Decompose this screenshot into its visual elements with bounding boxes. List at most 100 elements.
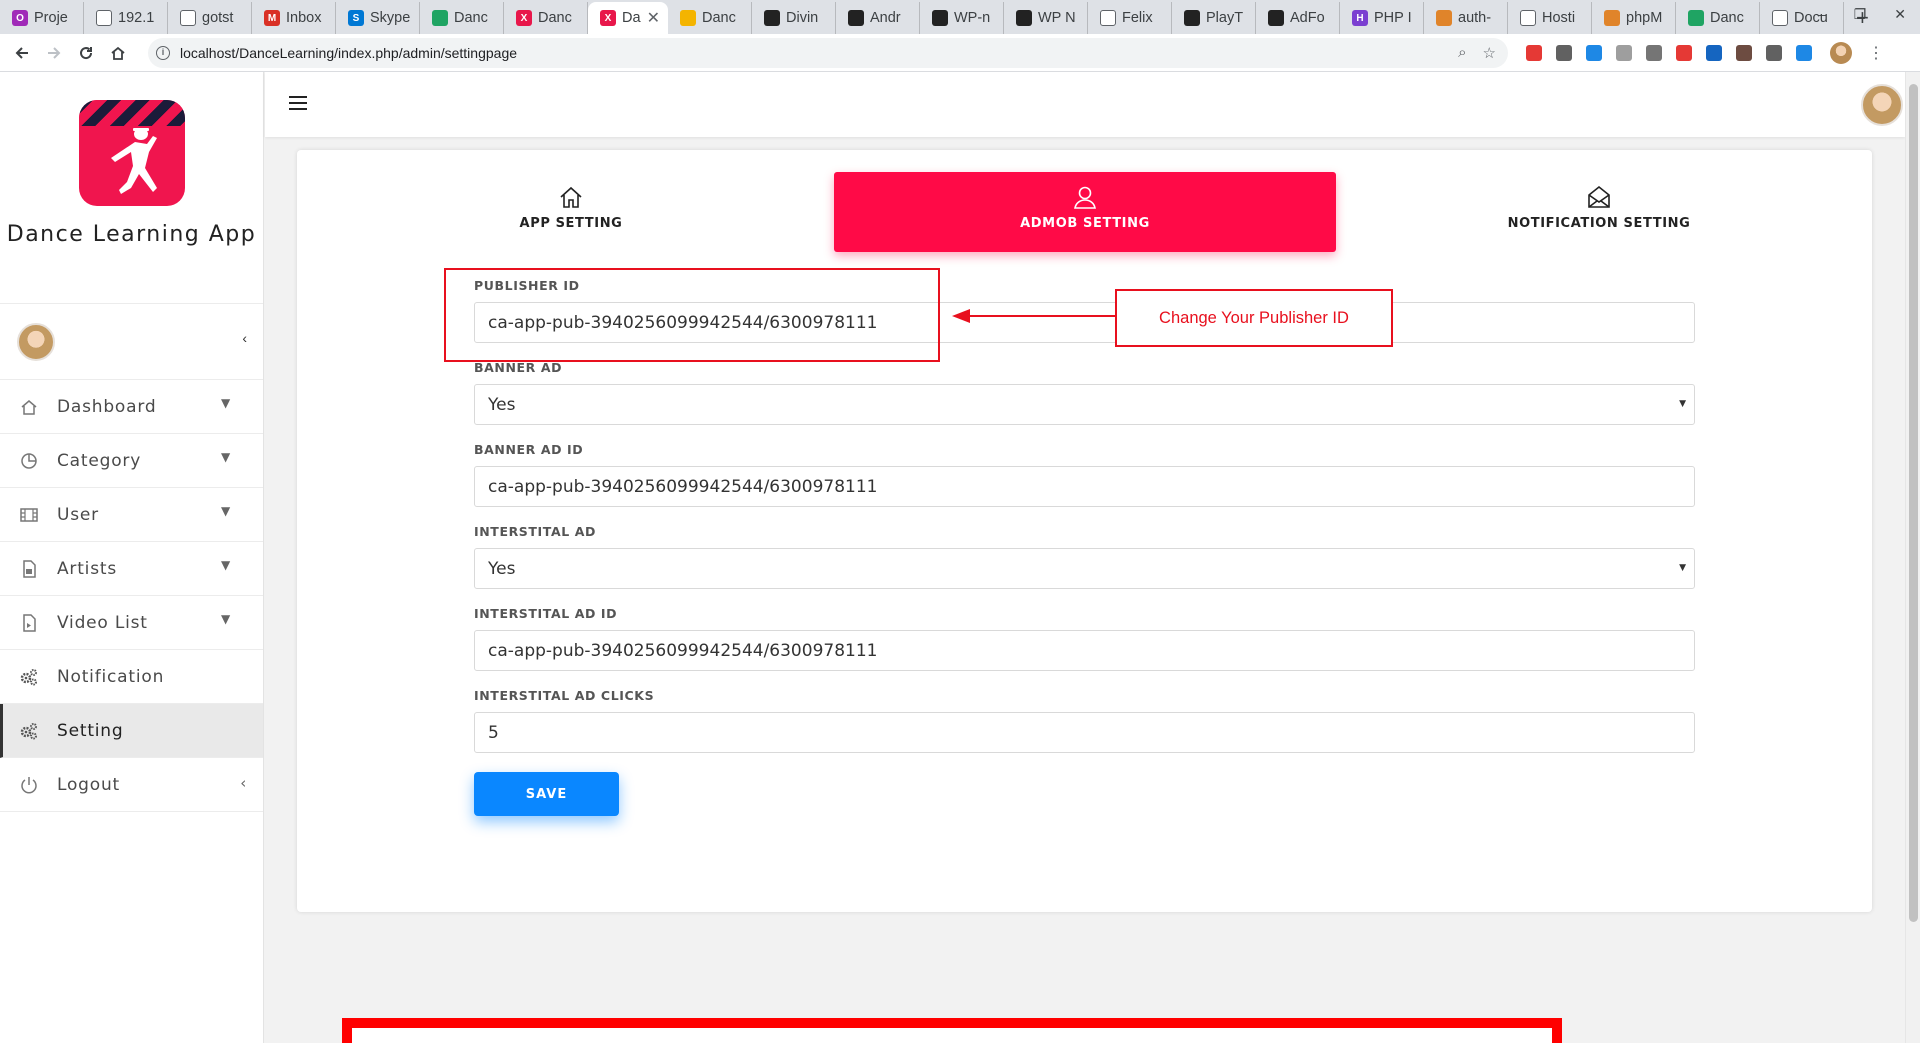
browser-tab[interactable]: M Inbox [252, 2, 336, 34]
tab-notification-setting[interactable]: NOTIFICATION SETTING [1348, 172, 1850, 252]
browser-tab[interactable]: phpM [1592, 2, 1676, 34]
address-bar[interactable]: i localhost/DanceLearning/index.php/admi… [148, 37, 1508, 68]
interstitial-ad-clicks-input[interactable]: 5 [474, 712, 1695, 753]
browser-tab-active[interactable]: X Da ✕ [588, 2, 668, 34]
reload-icon[interactable] [70, 37, 102, 69]
url-text[interactable]: localhost/DanceLearning/index.php/admin/… [180, 45, 517, 61]
browser-tab[interactable]: Danc [1676, 2, 1760, 34]
app-logo[interactable] [78, 100, 185, 206]
extension-icon[interactable] [1616, 44, 1632, 61]
settings-tabs: APP SETTING ADMOB SETTING NOTIFICATION SET… [297, 150, 1872, 270]
annotation-frame-bottom [342, 1018, 1562, 1043]
browser-tab[interactable]: Danc [668, 2, 752, 34]
tab-app-setting[interactable]: APP SETTING [320, 172, 822, 252]
browser-profile-avatar[interactable] [1830, 41, 1852, 64]
tab-title: Danc [454, 10, 488, 26]
browser-tab[interactable]: PlayT [1172, 2, 1256, 34]
browser-tab[interactable]: 192.1 [84, 2, 168, 34]
tab-favicon-icon: O [12, 10, 28, 26]
save-button[interactable]: SAVE [474, 772, 619, 816]
extension-icon[interactable] [1676, 44, 1692, 61]
sidebar-item-dashboard[interactable]: Dashboard ▼ [0, 380, 263, 434]
browser-tab[interactable]: AdFo [1256, 2, 1340, 34]
sidebar-item-notification[interactable]: Notification [0, 650, 263, 704]
sidebar-item-logout[interactable]: Logout ‹ [0, 758, 263, 812]
hamburger-menu-icon[interactable] [289, 96, 307, 110]
browser-menu-icon[interactable]: ⋮ [1868, 43, 1884, 63]
banner-ad-select[interactable]: Yes ▼ [474, 384, 1695, 425]
browser-tab[interactable]: Divin [752, 2, 836, 34]
sidebar-collapse-icon[interactable]: ‹ [242, 330, 247, 346]
browser-tab[interactable]: X Danc [504, 2, 588, 34]
page-viewport: Dance Learning App ‹ Dashboard ▼ Category ▼… [0, 72, 1920, 1043]
scrollbar-thumb[interactable] [1909, 84, 1918, 922]
envelope-open-icon [1586, 184, 1612, 210]
banner-ad-selected-value: Yes [488, 394, 516, 415]
restore-icon[interactable]: ❐ [1854, 6, 1867, 23]
tab-title: auth- [1458, 10, 1492, 26]
user-icon [1072, 184, 1098, 210]
browser-tab[interactable]: O Proje [0, 2, 84, 34]
sidebar-item-category[interactable]: Category ▼ [0, 434, 263, 488]
extension-icon[interactable] [1526, 44, 1542, 61]
avatar[interactable] [17, 323, 55, 361]
interstitial-ad-label: INTERSTITAL AD [474, 524, 596, 539]
tab-title: 192.1 [118, 10, 155, 26]
home-icon [19, 397, 39, 417]
close-tab-icon[interactable]: ✕ [647, 8, 660, 28]
extension-icon[interactable] [1586, 44, 1602, 61]
banner-ad-id-input[interactable]: ca-app-pub-3940256099942544/6300978111 [474, 466, 1695, 507]
browser-tab[interactable]: Hosti [1508, 2, 1592, 34]
sidebar-item-user[interactable]: User ▼ [0, 488, 263, 542]
tab-label: NOTIFICATION SETTING [1507, 216, 1691, 231]
extension-icon[interactable] [1796, 44, 1812, 61]
extension-icons [1526, 44, 1812, 61]
back-arrow-icon[interactable] [6, 37, 38, 69]
tab-title: PHP I [1374, 10, 1412, 26]
tab-favicon-icon [932, 10, 948, 26]
extension-icon[interactable] [1766, 44, 1782, 61]
browser-tab[interactable]: auth- [1424, 2, 1508, 34]
minimize-icon[interactable]: – [1818, 6, 1826, 23]
sidebar-item-setting[interactable]: Setting [0, 704, 263, 758]
info-icon[interactable]: i [156, 45, 170, 60]
browser-tab[interactable]: Andr [836, 2, 920, 34]
browser-tab[interactable]: WP-n [920, 2, 1004, 34]
extension-icon[interactable] [1706, 44, 1722, 61]
bookmark-star-icon[interactable]: ☆ [1483, 44, 1496, 62]
sidebar-item-artists[interactable]: Artists ▼ [0, 542, 263, 596]
chevron-down-icon: ▼ [220, 504, 231, 518]
home-icon[interactable] [102, 37, 134, 69]
tab-title: Danc [538, 10, 572, 26]
tab-label: APP SETTING [519, 216, 623, 231]
sidebar-item-label: Video List [57, 612, 148, 633]
browser-tab[interactable]: H PHP I [1340, 2, 1424, 34]
browser-tab[interactable]: S Skype [336, 2, 420, 34]
interstitial-ad-clicks-field: INTERSTITAL AD CLICKS 5 [474, 688, 1695, 753]
browser-tab[interactable]: Felix [1088, 2, 1172, 34]
banner-ad-id-field: BANNER AD ID ca-app-pub-3940256099942544… [474, 442, 1695, 507]
extension-icon[interactable] [1736, 44, 1752, 61]
extension-icon[interactable] [1646, 44, 1662, 61]
tab-admob-setting[interactable]: ADMOB SETTING [834, 172, 1336, 252]
tab-title: Divin [786, 10, 819, 26]
extension-icon[interactable] [1556, 44, 1572, 61]
close-window-icon[interactable]: ✕ [1894, 6, 1906, 23]
home-icon [558, 184, 584, 210]
annotation-highlight-box [444, 268, 940, 362]
browser-tab[interactable]: WP N [1004, 2, 1088, 34]
tab-favicon-icon: H [1352, 10, 1368, 26]
zoom-icon[interactable]: ⌕ [1458, 44, 1466, 62]
interstitial-ad-id-input[interactable]: ca-app-pub-3940256099942544/6300978111 [474, 630, 1695, 671]
forward-arrow-icon[interactable] [38, 37, 70, 69]
page-scrollbar[interactable] [1905, 72, 1920, 1043]
sidebar-item-label: Logout [57, 774, 121, 795]
interstitial-ad-select[interactable]: Yes ▼ [474, 548, 1695, 589]
browser-tab[interactable]: Danc [420, 2, 504, 34]
header-avatar[interactable] [1861, 84, 1903, 126]
pie-chart-icon [19, 451, 39, 471]
gears-icon [19, 667, 39, 687]
browser-tab[interactable]: gotst [168, 2, 252, 34]
sidebar-item-video-list[interactable]: Video List ▼ [0, 596, 263, 650]
chevron-down-icon: ▼ [220, 396, 231, 410]
